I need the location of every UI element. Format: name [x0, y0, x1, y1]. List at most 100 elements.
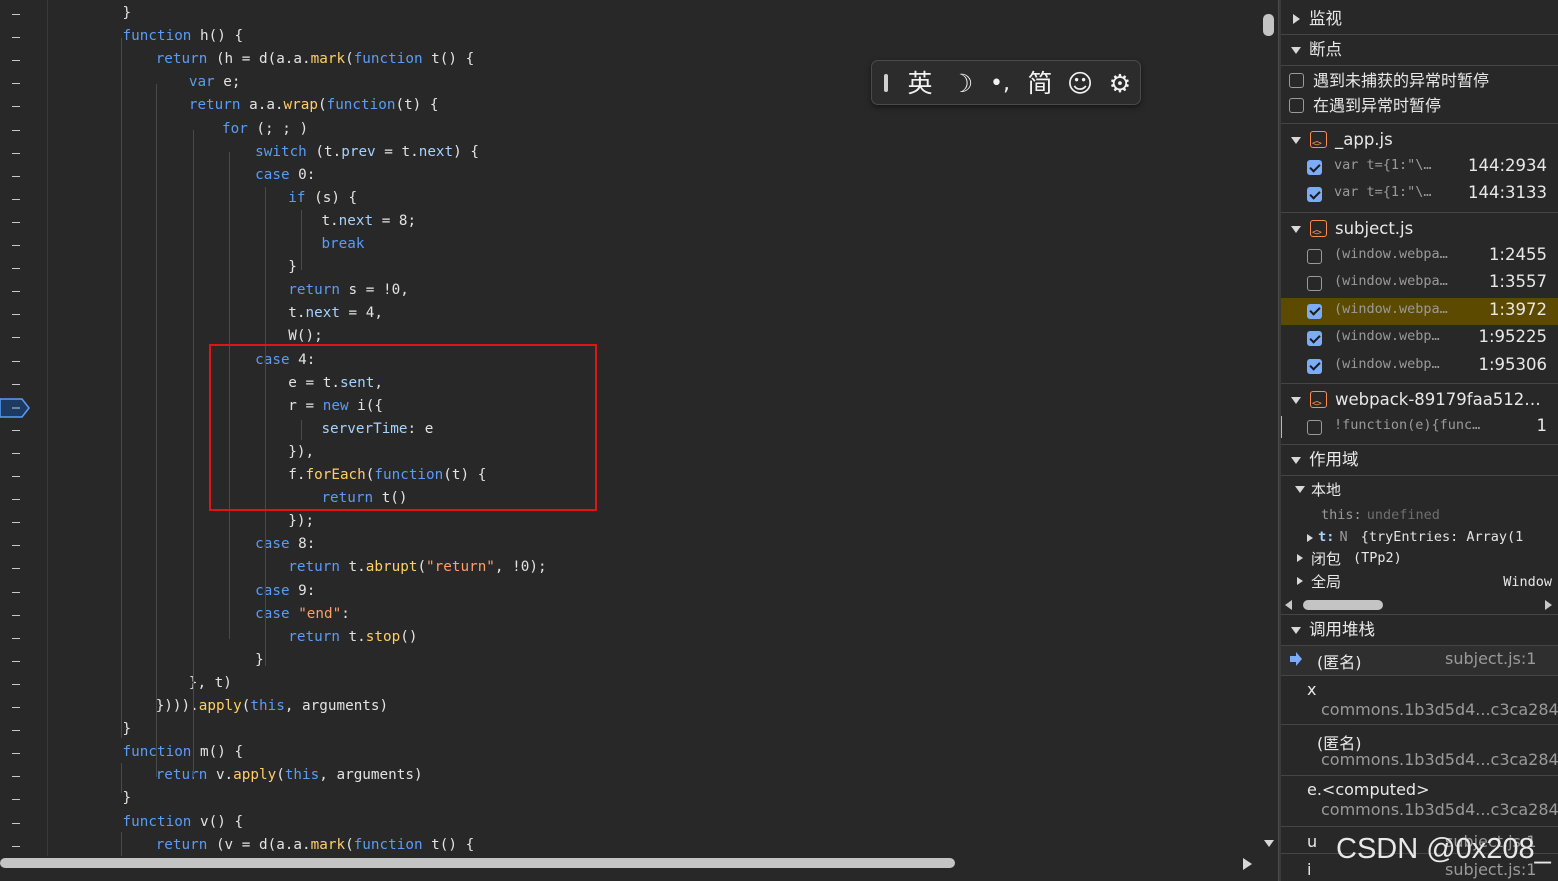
scroll-right-arrow-icon[interactable] — [1243, 858, 1252, 870]
horizontal-scrollbar[interactable] — [0, 856, 1260, 870]
breakpoint-row[interactable]: (window.webp… 1:95306 — [1279, 353, 1558, 380]
code-editor[interactable]: } function h() {return (h = d(a.a.mark(fu… — [0, 0, 1260, 856]
breakpoint-location[interactable]: 144:2934 — [1468, 156, 1547, 175]
ime-emoji-icon[interactable]: ☺ — [1064, 68, 1096, 100]
gutter-dash[interactable] — [12, 452, 20, 454]
code-line[interactable]: switch (t.prev = t.next) { — [255, 141, 479, 164]
breakpoint-checkbox[interactable] — [1307, 358, 1322, 374]
breakpoint-location[interactable]: 1:2455 — [1489, 245, 1547, 264]
callstack-section-header[interactable]: 调用堆栈 — [1279, 615, 1558, 645]
breakpoint-row[interactable]: (window.webpa… 1:3557 — [1279, 270, 1558, 297]
scope-scrollbar-thumb[interactable] — [1303, 600, 1383, 610]
breakpoint-file-header[interactable]: webpack-89179faa512… — [1279, 385, 1558, 419]
breakpoint-row[interactable]: var t={1:"\… 144:3133 — [1279, 181, 1558, 208]
breakpoint-location[interactable]: 1:95306 — [1478, 355, 1547, 374]
code-line[interactable]: return (h = d(a.a.mark(function t() { — [156, 48, 475, 71]
code-line[interactable]: }))).apply(this, arguments) — [156, 695, 388, 718]
ime-toolbar[interactable]: 英 ☽ •, 简 ☺ ⚙ — [871, 60, 1141, 105]
breakpoint-checkbox[interactable] — [1307, 420, 1322, 435]
gutter-dash[interactable] — [12, 568, 20, 570]
code-line[interactable]: return t.abrupt("return", !0); — [288, 556, 546, 579]
breakpoint-location[interactable]: 1:3972 — [1489, 300, 1547, 319]
gutter-dash[interactable] — [12, 198, 20, 200]
code-line[interactable]: } — [255, 649, 264, 672]
gutter-dash[interactable] — [12, 799, 20, 801]
breakpoint-location[interactable]: 1:3557 — [1489, 272, 1547, 291]
gutter-dash[interactable] — [12, 776, 20, 778]
code-line[interactable]: return s = !0, — [288, 279, 409, 302]
breakpoint-file-header[interactable]: _app.js — [1279, 125, 1558, 159]
code-line[interactable]: return t.stop() — [288, 626, 417, 649]
ime-simplified-toggle[interactable]: 简 — [1024, 68, 1056, 100]
breakpoint-checkbox[interactable] — [1307, 249, 1322, 264]
code-line[interactable]: } — [123, 718, 132, 741]
ime-settings-icon[interactable]: ⚙ — [1104, 68, 1136, 100]
breakpoint-checkbox[interactable] — [1307, 303, 1322, 319]
breakpoint-checkbox[interactable] — [1307, 160, 1322, 175]
code-line[interactable]: function h() { — [123, 25, 244, 48]
gutter-dash[interactable] — [12, 637, 20, 639]
gutter-dash[interactable] — [12, 337, 20, 339]
gutter-dash[interactable] — [12, 591, 20, 593]
code-line[interactable]: return v.apply(this, arguments) — [156, 764, 423, 787]
gutter-dash[interactable] — [12, 476, 20, 477]
gutter-dash[interactable] — [12, 683, 20, 685]
gutter-dash[interactable] — [12, 753, 20, 755]
gutter-dash[interactable] — [12, 129, 20, 131]
breakpoint-checkbox[interactable] — [1307, 331, 1322, 347]
code-line[interactable]: break — [321, 233, 364, 256]
code-line[interactable]: return (v = d(a.a.mark(function t() { — [156, 834, 475, 856]
gutter-dash[interactable] — [12, 660, 20, 662]
gutter-dash[interactable] — [12, 522, 20, 524]
code-line[interactable]: case 0: — [255, 164, 315, 187]
code-line[interactable]: } — [288, 256, 297, 279]
gutter-dash[interactable] — [12, 37, 20, 39]
gutter-dash[interactable] — [12, 429, 20, 431]
gutter-dash[interactable] — [12, 499, 20, 501]
breakpoint-row[interactable]: var t={1:"\… 144:2934 — [1279, 154, 1558, 181]
gutter-dash[interactable] — [12, 545, 20, 547]
scroll-right-arrow-icon[interactable] — [1545, 600, 1552, 610]
gutter-dash[interactable] — [12, 314, 20, 316]
code-line[interactable]: }); — [288, 510, 314, 533]
gutter-dash[interactable] — [12, 83, 20, 85]
ime-language-toggle[interactable]: 英 — [904, 68, 936, 100]
breakpoint-row[interactable]: (window.webpa… 1:3972 — [1279, 297, 1558, 325]
code-line[interactable]: if (s) { — [288, 187, 357, 210]
callstack-location[interactable]: commons.1b3d5d4...c3ca2843 — [1321, 700, 1558, 719]
code-line[interactable]: } — [123, 2, 132, 25]
gutter-dash[interactable] — [12, 707, 20, 708]
breakpoint-row[interactable]: !function(e){func… 1 — [1279, 414, 1558, 441]
ime-fullwidth-moon-icon[interactable]: ☽ — [946, 68, 978, 100]
gutter-dash[interactable] — [12, 60, 20, 62]
pause-uncaught-checkbox[interactable] — [1289, 73, 1304, 88]
breakpoint-location[interactable]: 144:3133 — [1468, 183, 1547, 202]
breakpoint-row[interactable]: (window.webp… 1:95225 — [1279, 325, 1558, 352]
line-gutter[interactable] — [0, 0, 48, 856]
code-line[interactable]: t.next = 4, — [288, 302, 383, 325]
vertical-scrollbar-thumb[interactable] — [1263, 14, 1274, 36]
gutter-dash[interactable] — [12, 268, 20, 270]
code-line[interactable]: case "end": — [255, 603, 350, 626]
callstack-location[interactable]: commons.1b3d5d4...c3ca2843 — [1321, 750, 1558, 769]
breakpoint-checkbox[interactable] — [1307, 187, 1322, 203]
scope-t-row[interactable]: t: N {tryEntries: Array(1 — [1307, 526, 1523, 545]
breakpoints-section-header[interactable]: 断点 — [1279, 35, 1558, 65]
pause-caught-option[interactable]: 在遇到异常时暂停 — [1279, 91, 1558, 121]
code-line[interactable]: }, t) — [189, 672, 232, 695]
gutter-dash[interactable] — [12, 383, 20, 385]
scroll-down-arrow-icon[interactable] — [1264, 840, 1274, 847]
gutter-dash[interactable] — [12, 730, 20, 732]
breakpoint-file-header[interactable]: subject.js — [1279, 214, 1558, 248]
ime-punctuation-icon[interactable]: •, — [984, 68, 1016, 100]
scope-this-row[interactable]: this: undefined — [1321, 504, 1440, 523]
current-line-marker-icon[interactable] — [0, 398, 30, 418]
gutter-dash[interactable] — [12, 245, 20, 246]
vertical-scrollbar[interactable] — [1260, 0, 1278, 856]
ime-drag-handle[interactable] — [884, 74, 888, 92]
scroll-left-arrow-icon[interactable] — [1285, 600, 1292, 610]
horizontal-scrollbar-thumb[interactable] — [0, 858, 955, 868]
gutter-dash[interactable] — [12, 175, 20, 177]
code-line[interactable]: t.next = 8; — [321, 210, 416, 233]
code-line[interactable]: function m() { — [123, 741, 244, 764]
